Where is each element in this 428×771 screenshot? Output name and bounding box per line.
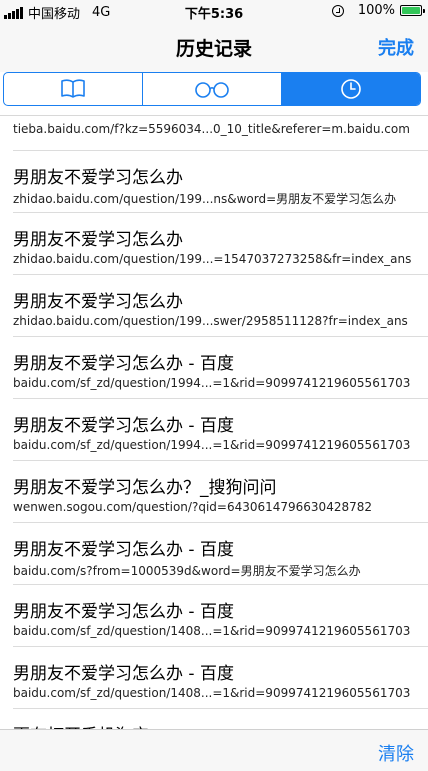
page-title: 历史记录 [175, 38, 252, 60]
history-item[interactable]: 男朋友不爱学习怎么办 - 百度 baidu.com/sf_zd/question… [0, 399, 428, 461]
history-item[interactable]: 男朋友不爱学习怎么办 zhidao.baidu.com/question/199… [0, 151, 428, 213]
history-item-url: baidu.com/sf_zd/question/1408...=1&rid=9… [13, 624, 411, 638]
status-bar: 中国移动 4G 下午5:36 100% [0, 0, 428, 22]
history-item[interactable]: 男朋友不爱学习怎么办 zhidao.baidu.com/question/199… [0, 275, 428, 337]
history-item-url: zhidao.baidu.com/question/199...=1547037… [13, 252, 412, 266]
history-item-title: 男朋友不爱学习怎么办 [13, 292, 183, 312]
tab-history[interactable] [282, 73, 420, 105]
history-item-title: 男朋友不爱学习怎么办 - 百度 [13, 354, 234, 374]
status-right: 100% [331, 3, 425, 18]
glasses-icon [195, 82, 229, 98]
history-item-url: baidu.com/sf_zd/question/1994...=1&rid=9… [13, 376, 411, 390]
history-item-url: baidu.com/sf_zd/question/1408...=1&rid=9… [13, 686, 411, 700]
history-item[interactable]: 男朋友不爱学习怎么办 - 百度 baidu.com/sf_zd/question… [0, 337, 428, 399]
clock-icon [341, 79, 361, 99]
history-item-title: 男朋友不爱学习怎么办 - 百度 [13, 602, 234, 622]
navigation-bar: 历史记录 完成 [0, 22, 428, 72]
bottom-toolbar: 清除 [0, 729, 428, 771]
battery-icon [400, 5, 425, 16]
tab-reading-list[interactable] [143, 73, 282, 105]
tab-bookmarks[interactable] [4, 73, 143, 105]
clear-button[interactable]: 清除 [378, 740, 414, 766]
orientation-lock-icon [331, 4, 344, 17]
history-item-title: 男朋友不爱学习怎么办 [13, 168, 183, 188]
history-list: tieba.baidu.com/f?kz=5596034...0_10_titl… [0, 116, 428, 729]
history-item[interactable]: 男朋友不爱学习怎么办 zhidao.baidu.com/question/199… [0, 213, 428, 275]
bookmarks-segmented-control [3, 72, 421, 106]
done-button[interactable]: 完成 [378, 34, 414, 60]
history-item[interactable]: 男朋友不爱学习怎么办 - 百度 baidu.com/sf_zd/question… [0, 585, 428, 647]
history-item-title: 男朋友不爱学习怎么办 [13, 230, 183, 250]
history-item-url: zhidao.baidu.com/question/199...swer/295… [13, 314, 408, 328]
history-item-title: 更有打开手机淘宝 [13, 721, 149, 729]
history-item-title: 男朋友不爱学习怎么办 - 百度 [13, 416, 234, 436]
history-item-partial[interactable]: 更有打开手机淘宝 [0, 709, 428, 729]
battery-percentage: 100% [357, 3, 395, 18]
history-item-url: baidu.com/s?from=1000539d&word=男朋友不爱学习怎么… [13, 564, 361, 578]
history-item[interactable]: 男朋友不爱学习怎么办？_搜狗问问 wenwen.sogou.com/questi… [0, 461, 428, 523]
history-item-url: baidu.com/sf_zd/question/1994...=1&rid=9… [13, 438, 411, 452]
history-item-title: 男朋友不爱学习怎么办 - 百度 [13, 664, 234, 684]
history-item-url: zhidao.baidu.com/question/199...ns&word=… [13, 192, 397, 206]
history-item-title: 男朋友不爱学习怎么办 - 百度 [13, 540, 234, 560]
history-item-title: 男朋友不爱学习怎么办？_搜狗问问 [13, 478, 277, 498]
history-item-url: wenwen.sogou.com/question/?qid=643061479… [13, 500, 373, 514]
history-item-url[interactable]: tieba.baidu.com/f?kz=5596034...0_10_titl… [13, 122, 410, 136]
history-item[interactable]: 男朋友不爱学习怎么办 - 百度 baidu.com/sf_zd/question… [0, 647, 428, 709]
history-item[interactable]: 男朋友不爱学习怎么办 - 百度 baidu.com/s?from=1000539… [0, 523, 428, 585]
book-icon [61, 79, 85, 98]
